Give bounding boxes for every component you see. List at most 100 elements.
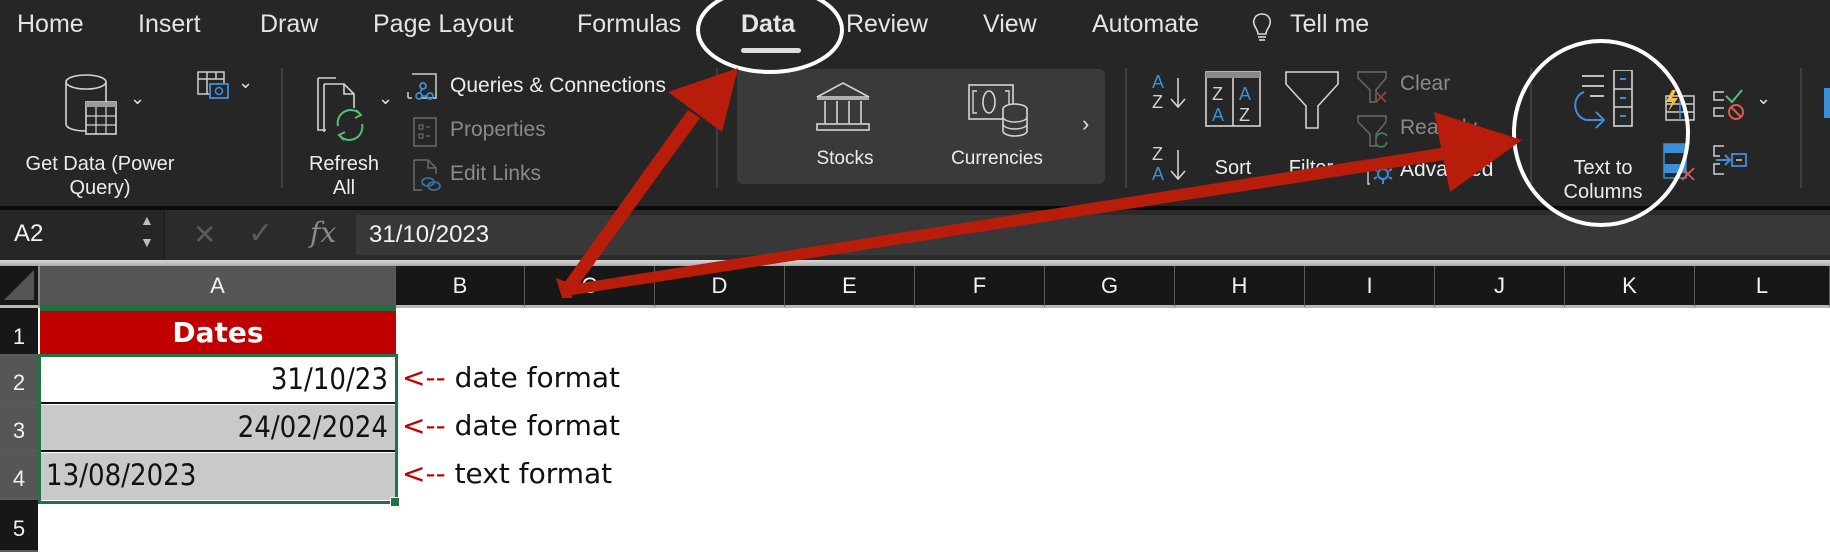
gallery-next-icon[interactable]: › [1082,111,1089,137]
chevron-down-icon: ⌄ [1756,88,1772,108]
row-header-4[interactable]: 4 [0,452,38,500]
column-header-c[interactable]: C [525,266,655,308]
text-to-columns-label-2: Columns [1563,181,1643,203]
chevron-down-icon: ⌄ [378,88,394,108]
tab-view[interactable]: View [983,10,1037,39]
data-validation-icon [1713,89,1744,120]
enter-check-icon[interactable]: ✓ [248,216,273,251]
queries-connections-label: Queries & Connections [450,74,666,97]
reapply-filter-icon [1357,115,1388,148]
text-to-columns-button[interactable]: Text to Columns [1548,70,1658,203]
currencies-button[interactable]: Currencies [927,77,1067,177]
data-validation-button[interactable]: ⌄ [1712,88,1782,122]
fill-handle[interactable] [390,497,400,507]
data-types-gallery: Stocks Currencies › [737,69,1105,184]
row-header-1[interactable]: 1 [0,308,38,356]
ribbon-separator [1125,68,1127,188]
column-header-j[interactable]: J [1435,266,1565,308]
tab-draw[interactable]: Draw [260,10,318,39]
tell-me-search[interactable]: Tell me [1290,10,1369,39]
ribbon-separator [281,68,283,188]
clear-filter-button[interactable]: Clear [1356,70,1496,104]
cell-A1[interactable]: Dates [40,308,396,355]
stocks-label: Stocks [816,148,874,169]
get-data-label-2: Query) [69,177,131,199]
column-header-f[interactable]: F [915,266,1045,308]
row-header-3[interactable]: 3 [0,404,38,452]
sort-a-to-z-icon: A Z [1152,72,1186,112]
refresh-icon [317,77,364,141]
sort-ascending-button[interactable]: A Z [1150,70,1192,114]
column-header-h[interactable]: H [1175,266,1305,308]
sort-descending-button[interactable]: Z A [1150,142,1192,186]
note-arrow: <-- [402,361,446,394]
ribbon-separator [1800,68,1802,188]
sort-label: Sort [1214,157,1252,179]
ribbon-separator [716,68,718,188]
cancel-icon[interactable]: ✕ [193,218,216,251]
column-header-l[interactable]: L [1695,266,1830,308]
select-all-button[interactable] [0,266,40,308]
tab-automate[interactable]: Automate [1092,10,1199,39]
chevron-down-icon: ⌄ [130,88,146,108]
currencies-label: Currencies [951,148,1043,169]
consolidate-button[interactable] [1712,144,1752,178]
filter-button[interactable]: Filter [1276,70,1346,190]
svg-text:A: A [1239,84,1251,104]
ribbon-separator [1530,68,1532,188]
lightbulb-icon [1252,13,1272,41]
stocks-button[interactable]: Stocks [795,77,905,177]
tab-data[interactable]: Data [741,10,795,39]
formula-value: 31/10/2023 [369,221,490,248]
tab-insert[interactable]: Insert [138,10,201,39]
database-icon [65,74,117,135]
edit-links-button[interactable]: Edit Links [406,158,606,192]
name-box-up-icon[interactable]: ▲ [140,212,154,228]
row-header-5[interactable]: 5 [0,500,38,552]
get-data-label: Get Data (Power [25,153,175,175]
svg-text:Z: Z [1239,105,1250,125]
tab-review[interactable]: Review [846,10,928,39]
note-text: date format [454,361,621,394]
refresh-all-button[interactable]: ⌄ Refresh All [298,66,393,201]
remove-duplicates-button[interactable] [1662,142,1696,182]
edit-links-label: Edit Links [450,162,542,185]
formula-input[interactable]: 31/10/2023 [356,215,1830,255]
sort-z-to-a-icon: Z A [1152,144,1186,184]
tab-formulas[interactable]: Formulas [577,10,681,39]
data-from-picture-button[interactable]: ⌄ [196,70,256,104]
properties-button[interactable]: Properties [406,116,606,148]
reapply-button[interactable]: Reapply [1356,114,1506,148]
column-header-g[interactable]: G [1045,266,1175,308]
column-header-a[interactable]: A [40,266,396,308]
sort-icon: Z A A Z [1205,71,1261,127]
svg-text:Z: Z [1152,92,1163,112]
note-text: date format [454,409,621,442]
insert-function-icon[interactable]: fx [310,216,336,249]
get-data-button[interactable]: ⌄ Get Data (Power Query) [10,66,190,201]
table-camera-icon [197,71,229,99]
filter-icon [1285,71,1339,129]
tab-page-layout[interactable]: Page Layout [373,10,513,39]
column-header-k[interactable]: K [1565,266,1695,308]
column-header-e[interactable]: E [785,266,915,308]
queries-connections-button[interactable]: Queries & Connections [406,72,706,104]
svg-text:Z: Z [1212,84,1223,104]
column-header-b[interactable]: B [396,266,525,308]
refresh-label-2: All [332,177,356,199]
svg-text:A: A [1212,105,1224,125]
row-header-2[interactable]: 2 [0,356,38,404]
flash-fill-button[interactable] [1662,88,1696,122]
properties-icon [413,117,437,147]
column-header-d[interactable]: D [655,266,785,308]
sort-button[interactable]: Z A A Z Sort [1200,70,1266,190]
advanced-filter-button[interactable]: Advanced [1366,156,1526,190]
name-box-down-icon[interactable]: ▼ [140,234,154,250]
name-box[interactable]: A2 ▲ ▼ [0,210,165,260]
text-to-columns-label: Text to [1573,157,1633,179]
remove-duplicates-icon [1663,143,1695,181]
column-header-i[interactable]: I [1305,266,1435,308]
data-ribbon: ⌄ Get Data (Power Query) ⌄ ⌄ Refresh All… [0,58,1830,208]
tab-home[interactable]: Home [17,10,84,39]
svg-text:A: A [1152,164,1164,184]
